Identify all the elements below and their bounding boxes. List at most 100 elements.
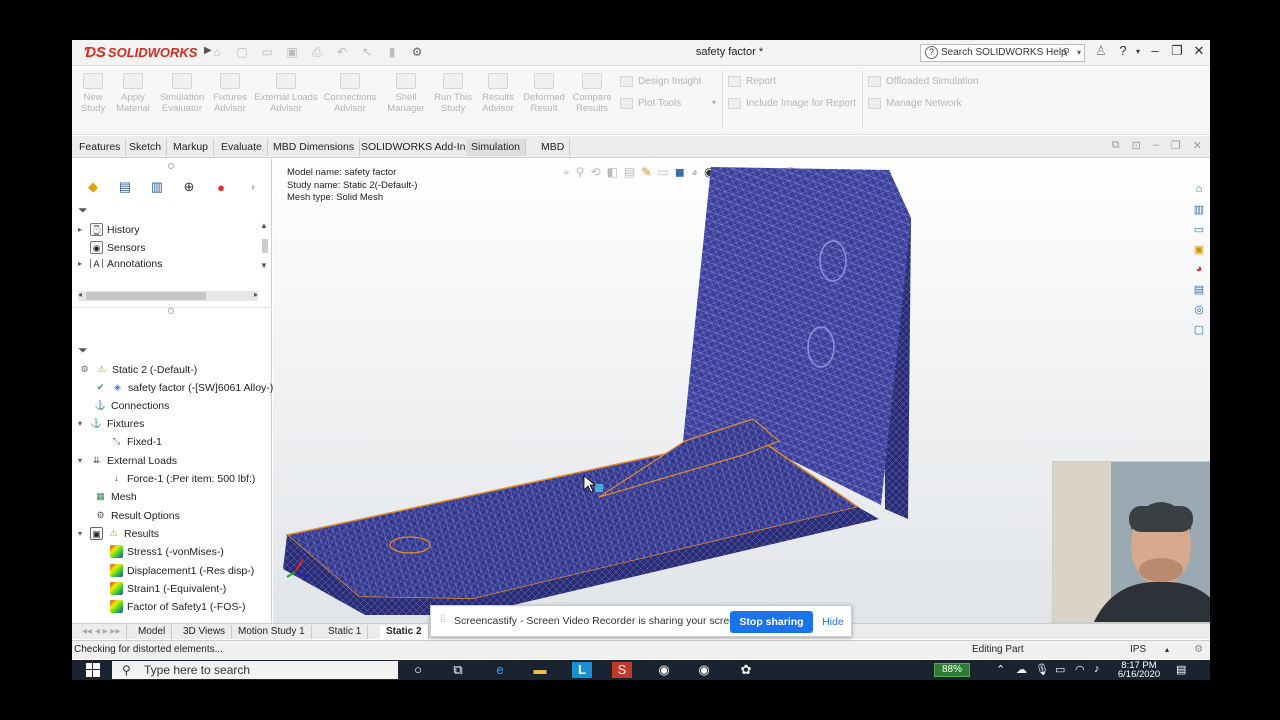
tab-simulation[interactable]: Simulation bbox=[466, 139, 527, 156]
new-doc-icon[interactable]: ▢ bbox=[235, 45, 249, 61]
clock[interactable]: 8:17 PM 6/16/2020 bbox=[1114, 661, 1164, 680]
tree-item-annotations[interactable]: ▸ A Annotations bbox=[78, 259, 162, 268]
rebuild-icon[interactable]: ▮ bbox=[385, 45, 399, 61]
apply-material-button[interactable]: Apply Material bbox=[114, 73, 152, 114]
tree-item-sensors[interactable]: ◉ Sensors bbox=[78, 241, 146, 254]
collapse-icon[interactable]: ▾ bbox=[78, 529, 86, 538]
tree-item-displacement[interactable]: Displacement1 (-Res disp-) bbox=[110, 564, 254, 577]
solidworks-taskbar-icon[interactable]: S bbox=[612, 662, 632, 678]
tab-mbd[interactable]: MBD bbox=[536, 139, 571, 156]
plot-tools-dropdown-icon[interactable]: ▾ bbox=[712, 98, 716, 107]
tree-item-fixtures[interactable]: ▾ ⚓ Fixtures bbox=[78, 417, 144, 430]
dimxpert-tab-icon[interactable]: ⊕ bbox=[174, 177, 204, 197]
external-loads-advisor-button[interactable]: External Loads Advisor bbox=[254, 73, 318, 114]
windows-start-icon[interactable] bbox=[86, 663, 100, 677]
battery-indicator[interactable]: 88% bbox=[934, 663, 970, 677]
graphics-area[interactable]: Model name: safety factor Study name: St… bbox=[273, 159, 1210, 623]
scroll-thumb[interactable] bbox=[86, 292, 206, 300]
fixtures-advisor-button[interactable]: Fixtures Advisor bbox=[210, 73, 250, 114]
tab-static-1[interactable]: Static 1 bbox=[322, 625, 369, 639]
onedrive-icon[interactable]: ☁ bbox=[1016, 663, 1027, 676]
show-hidden-icons-icon[interactable]: ⌃ bbox=[996, 663, 1005, 676]
scroll-thumb[interactable] bbox=[262, 239, 268, 253]
battery-icon[interactable]: ▭ bbox=[1055, 663, 1065, 676]
doc-close-icon[interactable]: ✕ bbox=[1193, 139, 1202, 152]
cortana-icon[interactable]: ○ bbox=[408, 662, 428, 678]
collapse-icon[interactable]: ▾ bbox=[78, 456, 86, 465]
volume-icon[interactable]: ♪ bbox=[1094, 663, 1100, 675]
pin-icon[interactable]: ⊡ bbox=[1132, 139, 1141, 152]
tab-motion-study-1[interactable]: Motion Study 1 bbox=[232, 625, 312, 639]
tree-item-result-options[interactable]: ⚙ Result Options bbox=[94, 509, 179, 522]
task-view-icon[interactable]: ⧉ bbox=[448, 662, 468, 678]
splitter-grip-icon[interactable] bbox=[168, 308, 174, 314]
tree-vertical-scrollbar[interactable]: ▲ ▼ bbox=[260, 221, 270, 291]
compare-results-button[interactable]: Compare Results bbox=[570, 73, 614, 114]
scroll-right-icon[interactable]: ▸ bbox=[254, 290, 258, 299]
manage-network-button[interactable]: Manage Network bbox=[868, 98, 962, 109]
tab-static-2[interactable]: Static 2 bbox=[380, 625, 429, 639]
doc-restore-icon[interactable]: ❐ bbox=[1171, 139, 1181, 152]
open-icon[interactable]: ▭ bbox=[260, 45, 274, 61]
help-search-input[interactable]: ? Search SOLIDWORKS Help ⚲ ▾ bbox=[920, 44, 1085, 62]
custom-properties-icon[interactable]: ▤ bbox=[1190, 283, 1208, 299]
wifi-icon[interactable]: ◠ bbox=[1075, 663, 1085, 676]
user-icon[interactable]: ♙ bbox=[1091, 43, 1111, 59]
tree-item-fixed[interactable]: ⤡ Fixed-1 bbox=[110, 435, 162, 448]
expand-icon[interactable]: ▸ bbox=[78, 225, 86, 234]
file-explorer-icon[interactable]: ▬ bbox=[530, 662, 550, 678]
undo-icon[interactable]: ↶ bbox=[335, 45, 349, 61]
tabs-next-icon[interactable]: › bbox=[238, 177, 268, 197]
report-button[interactable]: Report bbox=[728, 76, 776, 87]
sim-filter-icon[interactable]: ⏷ bbox=[78, 343, 88, 358]
chat-icon[interactable]: ▢ bbox=[1190, 323, 1208, 339]
appearances-icon[interactable]: ◕ bbox=[1190, 263, 1208, 279]
panel-splitter[interactable] bbox=[72, 307, 272, 314]
tree-item-force[interactable]: ↓ Force-1 (:Per item: 500 lbf:) bbox=[110, 472, 255, 485]
tree-horizontal-scrollbar[interactable]: ◂ ▸ bbox=[78, 290, 258, 301]
tile-icon[interactable]: ⧉ bbox=[1112, 139, 1120, 152]
panel-grip-icon[interactable] bbox=[168, 163, 174, 169]
tree-item-study[interactable]: ⚙ ⚠ Static 2 (-Default-) bbox=[78, 363, 197, 376]
tab-model[interactable]: Model bbox=[132, 625, 173, 639]
app-l-icon[interactable]: L bbox=[572, 662, 592, 678]
close-icon[interactable]: ✕ bbox=[1189, 43, 1209, 59]
print-icon[interactable]: ⎙ bbox=[310, 45, 324, 61]
save-icon[interactable]: ▣ bbox=[285, 45, 299, 61]
solidworks-forum-icon[interactable]: ◎ bbox=[1190, 303, 1208, 319]
chevron-down-icon[interactable]: ▾ bbox=[1077, 45, 1081, 61]
tree-item-external-loads[interactable]: ▾ ⇊ External Loads bbox=[78, 454, 177, 467]
file-explorer-icon[interactable]: ▭ bbox=[1190, 223, 1208, 239]
hide-button[interactable]: Hide bbox=[820, 611, 846, 633]
tab-markup[interactable]: Markup bbox=[168, 139, 215, 156]
results-advisor-button[interactable]: Results Advisor bbox=[478, 73, 518, 114]
scroll-down-icon[interactable]: ▼ bbox=[260, 261, 268, 270]
collapse-icon[interactable]: ▾ bbox=[78, 419, 86, 428]
chrome-icon[interactable]: ◉ bbox=[654, 662, 674, 678]
solidworks-logo[interactable]: ƊS SOLIDWORKS bbox=[84, 44, 198, 62]
tab-nav-arrows[interactable]: ◂◂ ◂ ▸ ▸▸ bbox=[76, 625, 128, 639]
view-palette-icon[interactable]: ▣ bbox=[1190, 243, 1208, 259]
property-manager-tab-icon[interactable]: ▤ bbox=[110, 177, 140, 197]
tab-sketch[interactable]: Sketch bbox=[124, 139, 168, 156]
chrome-profile-icon[interactable]: ◉ bbox=[694, 662, 714, 678]
tree-item-part[interactable]: ✔ ◈ safety factor (-[SW]6061 Alloy-) bbox=[94, 381, 274, 394]
feature-manager-tab-icon[interactable]: ◆ bbox=[78, 177, 108, 197]
options-gear-icon[interactable]: ⚙ bbox=[410, 45, 424, 61]
minimize-icon[interactable]: – bbox=[1145, 43, 1165, 58]
stop-sharing-button[interactable]: Stop sharing bbox=[730, 611, 813, 633]
tree-item-stress[interactable]: Stress1 (-vonMises-) bbox=[110, 545, 224, 558]
tab-solidworks-add-ins[interactable]: SOLIDWORKS Add-Ins bbox=[356, 139, 477, 156]
home-icon[interactable]: ⌂ bbox=[210, 45, 224, 61]
filter-icon[interactable]: ⏷ bbox=[78, 203, 88, 218]
tab-evaluate[interactable]: Evaluate bbox=[216, 139, 268, 156]
display-manager-tab-icon[interactable]: ● bbox=[206, 177, 236, 197]
settings-gear-icon[interactable]: ⚙ bbox=[1194, 641, 1203, 659]
new-study-button[interactable]: New Study bbox=[78, 73, 108, 114]
resources-home-icon[interactable]: ⌂ bbox=[1190, 183, 1208, 199]
taskbar-search-input[interactable]: ⚲ Type here to search bbox=[112, 661, 398, 679]
search-icon[interactable]: ⚲ bbox=[1063, 45, 1070, 61]
units-dropdown-icon[interactable]: ▴ bbox=[1165, 641, 1169, 659]
expand-icon[interactable]: ▸ bbox=[78, 259, 86, 268]
units-selector[interactable]: IPS bbox=[1130, 641, 1146, 659]
